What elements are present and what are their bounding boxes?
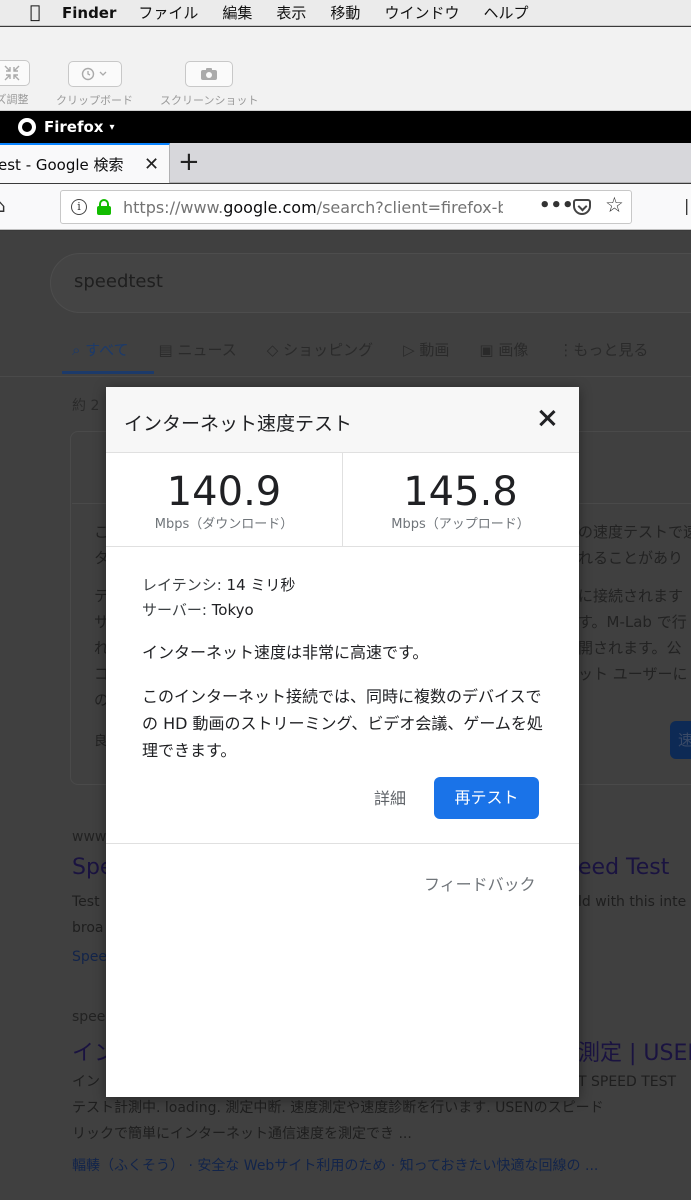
- card-snippet: 開されます。公: [578, 639, 682, 657]
- latency-line: レイテンシ: 14 ミリ秒: [142, 573, 552, 598]
- tool-screenshot-label: スクリーンショット: [160, 94, 259, 107]
- search-input[interactable]: speedtest: [50, 253, 691, 313]
- card-snippet: れることがあり: [578, 549, 684, 567]
- dialog-title: インターネット速度テスト: [124, 413, 353, 435]
- server-label: サーバー:: [142, 601, 207, 619]
- speed-description: このインターネット接続では、同時に複数のデバイスでの HD 動画のストリーミング…: [142, 687, 543, 760]
- server-value: Tokyo: [211, 601, 254, 619]
- result-count: 約 2: [72, 398, 100, 414]
- tool-resize-label: ズ調整: [0, 93, 29, 106]
- chevron-down-icon: ▾: [109, 121, 115, 133]
- menu-help[interactable]: ヘルプ: [483, 2, 528, 23]
- speed-results: 140.9 Mbps（ダウンロード） 145.8 Mbps（アップロード）: [106, 453, 579, 547]
- timer-icon: [67, 61, 122, 87]
- tab-title: est - Google 検索: [0, 155, 124, 174]
- menu-window[interactable]: ウインドウ: [384, 2, 459, 23]
- tab-all[interactable]: ⌕ すべて: [72, 339, 129, 360]
- tool-clipboard-label: クリップボード: [56, 94, 133, 107]
- result-snippet: テスト計測中. loading. 測定中断. 速度測定や速度診断を行います. U…: [72, 1100, 604, 1116]
- upload-value: 145.8: [403, 469, 518, 515]
- camera-icon: [185, 61, 234, 87]
- tool-clipboard[interactable]: クリップボード: [56, 61, 133, 108]
- tool-resize[interactable]: ズ調整: [0, 60, 30, 107]
- pocket-icon[interactable]: [573, 199, 591, 215]
- menu-view[interactable]: 表示: [276, 2, 306, 23]
- download-stat: 140.9 Mbps（ダウンロード）: [106, 453, 342, 547]
- server-line: サーバー: Tokyo: [142, 598, 552, 623]
- menu-edit[interactable]: 編集: [222, 2, 252, 23]
- download-value: 140.9: [166, 469, 282, 515]
- card-snippet: に接続されます: [578, 587, 684, 605]
- close-icon[interactable]: [534, 405, 560, 431]
- result-snippet: T SPEED TEST: [578, 1074, 677, 1090]
- search-tabs: ⌕ すべて ▤ ニュース ◇ ショッピング ▷ 動画 ▣ 画像 ⋮もっと見る: [72, 339, 678, 360]
- url-host: google.com: [223, 198, 317, 217]
- url-path: /search?client=firefox-b: [316, 198, 503, 217]
- retest-button[interactable]: 再テスト: [434, 777, 539, 819]
- apple-menu-icon[interactable]: : [22, 2, 48, 23]
- browser-tab[interactable]: est - Google 検索 ✕: [0, 143, 170, 183]
- result-sitelinks[interactable]: 輻輳（ふくそう） · 安全な Webサイト利用のため · 知っておきたい快適な回…: [72, 1155, 598, 1175]
- dialog-divider: [106, 843, 579, 844]
- firefox-logo-icon: [18, 118, 36, 136]
- firefox-app-bar[interactable]: Firefox ▾: [0, 111, 691, 143]
- tab-strip: est - Google 検索 ✕ +: [0, 143, 691, 183]
- menu-go[interactable]: 移動: [330, 2, 360, 23]
- tab-close-icon[interactable]: ✕: [144, 154, 159, 175]
- details-button[interactable]: 詳細: [374, 785, 406, 809]
- card-snippet: ット ユーザーに: [578, 665, 688, 683]
- url-bar[interactable]: i https://www.google.com/search?client=f…: [60, 190, 632, 224]
- bookmark-star-icon[interactable]: ☆: [605, 193, 624, 217]
- result-sitelink[interactable]: Spee: [72, 949, 107, 965]
- menu-bar:  Finder ファイル 編集 表示 移動 ウインドウ ヘルプ: [0, 0, 691, 26]
- latency-label: レイテンシ:: [142, 576, 222, 594]
- info-icon[interactable]: i: [71, 199, 87, 215]
- result-snippet: ld with this inte: [578, 894, 687, 910]
- result-snippet: Test: [72, 894, 100, 910]
- result-snippet: broa: [72, 920, 104, 936]
- result-title[interactable]: 測定 | USEN: [578, 1035, 691, 1067]
- result-url: www: [72, 829, 107, 845]
- feedback-link[interactable]: フィードバック: [424, 871, 536, 895]
- url-scheme: https://www.: [123, 198, 224, 217]
- download-unit: Mbps（ダウンロード）: [154, 517, 294, 532]
- tool-screenshot[interactable]: スクリーンショット: [160, 61, 258, 108]
- card-button[interactable]: 速: [670, 721, 691, 759]
- dialog-header: インターネット速度テスト: [106, 387, 579, 453]
- screenshot-toolbar: ズ調整 クリップボード スクリーンショット: [0, 27, 691, 111]
- upload-stat: 145.8 Mbps（アップロード）: [342, 453, 578, 547]
- new-tab-button[interactable]: +: [178, 147, 200, 177]
- tab-more[interactable]: ⋮もっと見る: [558, 339, 648, 360]
- nav-bar: ⌂ i https://www.google.com/search?client…: [0, 184, 691, 230]
- search-query: speedtest: [74, 271, 163, 292]
- firefox-app-name: Firefox: [44, 118, 104, 136]
- tab-videos[interactable]: ▷ 動画: [403, 339, 449, 360]
- speed-details: レイテンシ: 14 ミリ秒 サーバー: Tokyo インターネット速度は非常に高…: [142, 573, 552, 764]
- speedtest-dialog: インターネット速度テスト 140.9 Mbps（ダウンロード） 145.8 Mb…: [106, 387, 579, 1097]
- result-snippet: イン: [72, 1074, 100, 1090]
- menu-app-name[interactable]: Finder: [62, 4, 116, 22]
- tabs-divider: [0, 376, 691, 377]
- home-icon[interactable]: ⌂: [0, 196, 5, 217]
- tab-news[interactable]: ▤ ニュース: [159, 339, 237, 360]
- card-snippet: の速度テストで速: [578, 523, 691, 541]
- url-text[interactable]: https://www.google.com/search?client=fir…: [123, 198, 503, 217]
- latency-value: 14 ミリ秒: [226, 576, 296, 594]
- active-tab-indicator: [62, 371, 154, 374]
- page-actions-menu-icon[interactable]: •••: [539, 195, 574, 216]
- tab-images[interactable]: ▣ 画像: [479, 339, 528, 360]
- card-snippet: す。M-Lab で行: [578, 613, 687, 631]
- result-url: spee: [72, 1009, 106, 1025]
- upload-unit: Mbps（アップロード）: [391, 517, 530, 532]
- library-icon[interactable]: |: [684, 196, 689, 215]
- menu-file[interactable]: ファイル: [138, 2, 198, 23]
- speed-verdict: インターネット速度は非常に高速です。: [142, 643, 429, 662]
- result-snippet: リックで簡単にインターネット通信速度を測定でき ...: [72, 1126, 412, 1142]
- tab-shopping[interactable]: ◇ ショッピング: [267, 339, 373, 360]
- result-title[interactable]: eed Test: [578, 855, 669, 880]
- lock-icon[interactable]: [97, 199, 111, 215]
- shrink-icon: [0, 60, 30, 86]
